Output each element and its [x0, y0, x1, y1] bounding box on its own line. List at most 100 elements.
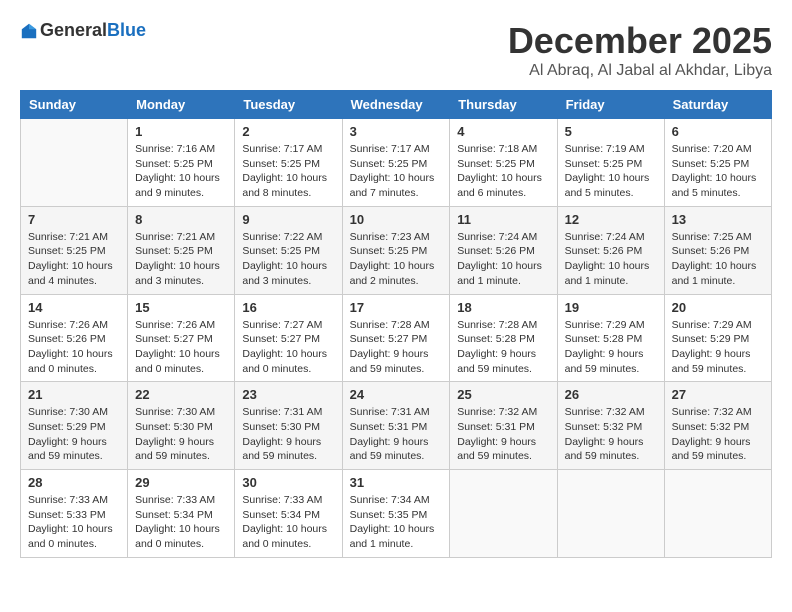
calendar-cell: 22Sunrise: 7:30 AMSunset: 5:30 PMDayligh… [128, 382, 235, 470]
day-info: Sunrise: 7:32 AMSunset: 5:32 PMDaylight:… [565, 405, 657, 464]
day-number: 25 [457, 387, 549, 402]
logo-blue-text: Blue [107, 20, 146, 41]
day-info: Sunrise: 7:24 AMSunset: 5:26 PMDaylight:… [565, 230, 657, 289]
calendar-cell: 21Sunrise: 7:30 AMSunset: 5:29 PMDayligh… [21, 382, 128, 470]
day-info: Sunrise: 7:32 AMSunset: 5:32 PMDaylight:… [672, 405, 764, 464]
month-title: December 2025 [508, 20, 772, 62]
calendar-cell: 6 Sunrise: 7:20 AMSunset: 5:25 PMDaylight… [664, 119, 771, 207]
day-info: Sunrise: 7:28 AMSunset: 5:28 PMDaylight:… [457, 318, 549, 377]
day-number: 7 [28, 212, 120, 227]
day-info: Sunrise: 7:25 AMSunset: 5:26 PMDaylight:… [672, 230, 764, 289]
calendar-cell: 1 Sunrise: 7:16 AMSunset: 5:25 PMDaylight… [128, 119, 235, 207]
day-info: Sunrise: 7:18 AMSunset: 5:25 PMDaylight:… [457, 142, 549, 201]
calendar-cell [557, 470, 664, 558]
calendar-cell: 18 Sunrise: 7:28 AMSunset: 5:28 PMDayligh… [450, 294, 557, 382]
day-number: 31 [350, 475, 443, 490]
day-number: 11 [457, 212, 549, 227]
day-number: 29 [135, 475, 227, 490]
day-number: 5 [565, 124, 657, 139]
day-number: 17 [350, 300, 443, 315]
calendar-cell: 23Sunrise: 7:31 AMSunset: 5:30 PMDayligh… [235, 382, 342, 470]
day-info: Sunrise: 7:24 AMSunset: 5:26 PMDaylight:… [457, 230, 549, 289]
calendar-header-sunday: Sunday [21, 91, 128, 119]
day-number: 13 [672, 212, 764, 227]
calendar-cell: 10 Sunrise: 7:23 AMSunset: 5:25 PMDayligh… [342, 206, 450, 294]
day-info: Sunrise: 7:26 AMSunset: 5:27 PMDaylight:… [135, 318, 227, 377]
day-number: 24 [350, 387, 443, 402]
calendar-cell: 28Sunrise: 7:33 AMSunset: 5:33 PMDayligh… [21, 470, 128, 558]
day-info: Sunrise: 7:29 AMSunset: 5:29 PMDaylight:… [672, 318, 764, 377]
calendar-cell: 31 Sunrise: 7:34 AMSunset: 5:35 PMDayligh… [342, 470, 450, 558]
day-info: Sunrise: 7:21 AMSunset: 5:25 PMDaylight:… [28, 230, 120, 289]
calendar-cell: 20 Sunrise: 7:29 AMSunset: 5:29 PMDayligh… [664, 294, 771, 382]
day-info: Sunrise: 7:33 AMSunset: 5:34 PMDaylight:… [135, 493, 227, 552]
day-info: Sunrise: 7:20 AMSunset: 5:25 PMDaylight:… [672, 142, 764, 201]
calendar-header-row: SundayMondayTuesdayWednesdayThursdayFrid… [21, 91, 772, 119]
day-number: 16 [242, 300, 334, 315]
calendar-week-row: 14 Sunrise: 7:26 AMSunset: 5:26 PMDayligh… [21, 294, 772, 382]
calendar-cell: 7 Sunrise: 7:21 AMSunset: 5:25 PMDaylight… [21, 206, 128, 294]
day-number: 21 [28, 387, 120, 402]
calendar-cell: 25 Sunrise: 7:32 AMSunset: 5:31 PMDayligh… [450, 382, 557, 470]
calendar-cell: 2Sunrise: 7:17 AMSunset: 5:25 PMDaylight… [235, 119, 342, 207]
calendar-cell: 24Sunrise: 7:31 AMSunset: 5:31 PMDayligh… [342, 382, 450, 470]
day-info: Sunrise: 7:33 AMSunset: 5:33 PMDaylight:… [28, 493, 120, 552]
day-number: 14 [28, 300, 120, 315]
general-blue-icon [20, 22, 38, 40]
day-number: 8 [135, 212, 227, 227]
calendar-cell [450, 470, 557, 558]
calendar-header-friday: Friday [557, 91, 664, 119]
calendar-cell: 11 Sunrise: 7:24 AMSunset: 5:26 PMDayligh… [450, 206, 557, 294]
day-info: Sunrise: 7:29 AMSunset: 5:28 PMDaylight:… [565, 318, 657, 377]
calendar-week-row: 7 Sunrise: 7:21 AMSunset: 5:25 PMDaylight… [21, 206, 772, 294]
day-number: 2 [242, 124, 334, 139]
day-info: Sunrise: 7:27 AMSunset: 5:27 PMDaylight:… [242, 318, 334, 377]
calendar-cell: 3Sunrise: 7:17 AMSunset: 5:25 PMDaylight… [342, 119, 450, 207]
day-number: 20 [672, 300, 764, 315]
calendar-week-row: 21Sunrise: 7:30 AMSunset: 5:29 PMDayligh… [21, 382, 772, 470]
logo: GeneralBlue [20, 20, 146, 41]
day-info: Sunrise: 7:16 AMSunset: 5:25 PMDaylight:… [135, 142, 227, 201]
calendar-header-tuesday: Tuesday [235, 91, 342, 119]
day-info: Sunrise: 7:21 AMSunset: 5:25 PMDaylight:… [135, 230, 227, 289]
calendar-cell: 14 Sunrise: 7:26 AMSunset: 5:26 PMDayligh… [21, 294, 128, 382]
day-number: 10 [350, 212, 443, 227]
day-info: Sunrise: 7:22 AMSunset: 5:25 PMDaylight:… [242, 230, 334, 289]
day-number: 15 [135, 300, 227, 315]
calendar-header-wednesday: Wednesday [342, 91, 450, 119]
calendar-cell: 16 Sunrise: 7:27 AMSunset: 5:27 PMDayligh… [235, 294, 342, 382]
calendar-cell: 5Sunrise: 7:19 AMSunset: 5:25 PMDaylight… [557, 119, 664, 207]
calendar-cell [21, 119, 128, 207]
calendar-cell: 29 Sunrise: 7:33 AMSunset: 5:34 PMDayligh… [128, 470, 235, 558]
calendar-cell: 26 Sunrise: 7:32 AMSunset: 5:32 PMDayligh… [557, 382, 664, 470]
calendar-cell: 19Sunrise: 7:29 AMSunset: 5:28 PMDayligh… [557, 294, 664, 382]
day-info: Sunrise: 7:28 AMSunset: 5:27 PMDaylight:… [350, 318, 443, 377]
calendar-cell: 9Sunrise: 7:22 AMSunset: 5:25 PMDaylight… [235, 206, 342, 294]
calendar-header-thursday: Thursday [450, 91, 557, 119]
day-number: 4 [457, 124, 549, 139]
calendar-week-row: 1 Sunrise: 7:16 AMSunset: 5:25 PMDaylight… [21, 119, 772, 207]
day-info: Sunrise: 7:33 AMSunset: 5:34 PMDaylight:… [242, 493, 334, 552]
calendar-cell: 27Sunrise: 7:32 AMSunset: 5:32 PMDayligh… [664, 382, 771, 470]
day-number: 12 [565, 212, 657, 227]
day-info: Sunrise: 7:34 AMSunset: 5:35 PMDaylight:… [350, 493, 443, 552]
day-number: 22 [135, 387, 227, 402]
calendar-week-row: 28Sunrise: 7:33 AMSunset: 5:33 PMDayligh… [21, 470, 772, 558]
logo-general-text: General [40, 20, 107, 41]
day-info: Sunrise: 7:32 AMSunset: 5:31 PMDaylight:… [457, 405, 549, 464]
day-number: 26 [565, 387, 657, 402]
calendar-cell: 17 Sunrise: 7:28 AMSunset: 5:27 PMDayligh… [342, 294, 450, 382]
day-number: 1 [135, 124, 227, 139]
day-number: 18 [457, 300, 549, 315]
calendar-cell: 12 Sunrise: 7:24 AMSunset: 5:26 PMDayligh… [557, 206, 664, 294]
calendar-cell: 13 Sunrise: 7:25 AMSunset: 5:26 PMDayligh… [664, 206, 771, 294]
day-number: 30 [242, 475, 334, 490]
calendar-table: SundayMondayTuesdayWednesdayThursdayFrid… [20, 90, 772, 558]
page-header: GeneralBlue December 2025 Al Abraq, Al J… [20, 20, 772, 80]
calendar-cell: 4 Sunrise: 7:18 AMSunset: 5:25 PMDaylight… [450, 119, 557, 207]
day-info: Sunrise: 7:23 AMSunset: 5:25 PMDaylight:… [350, 230, 443, 289]
day-number: 6 [672, 124, 764, 139]
location-title: Al Abraq, Al Jabal al Akhdar, Libya [508, 62, 772, 80]
day-info: Sunrise: 7:26 AMSunset: 5:26 PMDaylight:… [28, 318, 120, 377]
calendar-header-saturday: Saturday [664, 91, 771, 119]
